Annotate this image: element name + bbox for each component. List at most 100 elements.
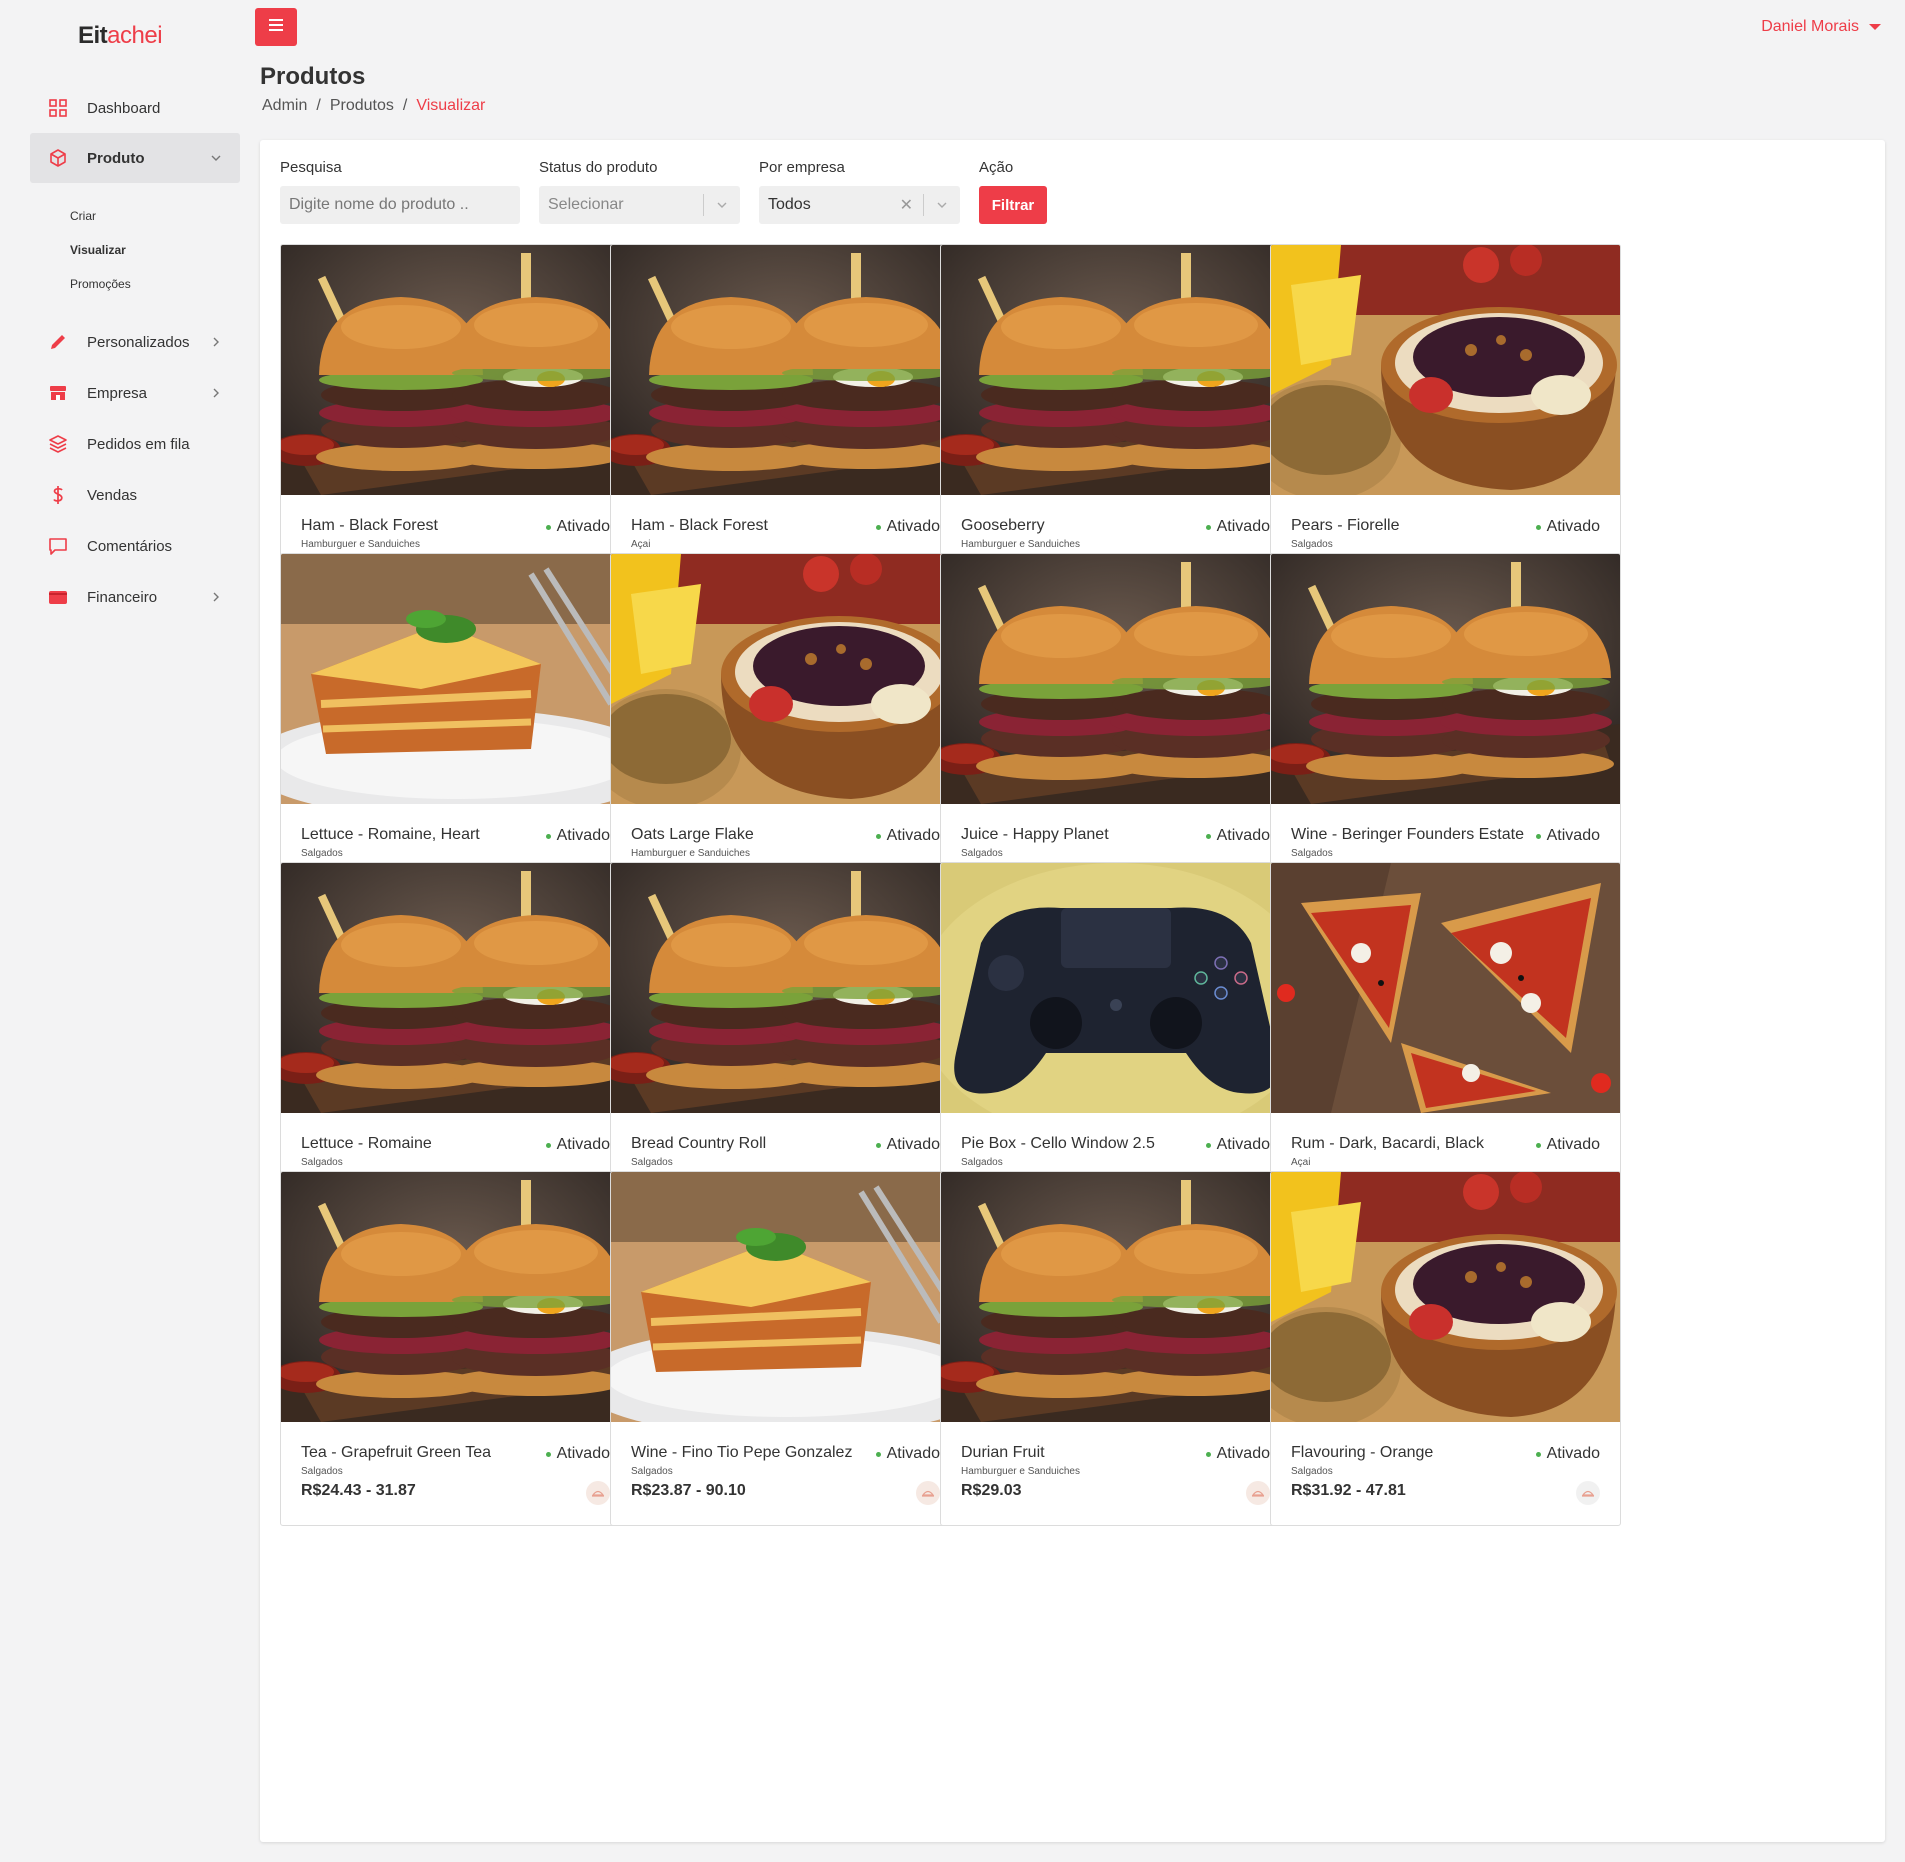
sidebar-item-financeiro[interactable]: Financeiro xyxy=(30,572,240,622)
product-category: Salgados xyxy=(1291,848,1333,859)
status-text: Ativado xyxy=(1216,518,1270,535)
product-card[interactable]: Tea - Grapefruit Green Tea Ativado Salgado… xyxy=(280,1171,631,1526)
filter-button[interactable]: Filtrar xyxy=(979,186,1047,224)
sidebar-item-pedidos[interactable]: Pedidos em fila xyxy=(30,419,240,469)
search-input[interactable] xyxy=(289,196,520,214)
product-card[interactable]: Gooseberry Ativado Hamburguer e Sanduiches… xyxy=(940,244,1291,599)
clear-icon[interactable]: ✕ xyxy=(900,195,913,215)
status-dot-icon xyxy=(1535,833,1541,839)
product-image[interactable] xyxy=(941,863,1290,1113)
status-dot-icon xyxy=(1205,1451,1211,1457)
product-image[interactable] xyxy=(1271,245,1620,495)
product-image[interactable] xyxy=(281,1172,630,1422)
status-text: Ativado xyxy=(886,518,940,535)
product-name: Rum - Dark, Bacardi, Black xyxy=(1291,1135,1484,1152)
menu-toggle-button[interactable] xyxy=(255,8,297,46)
product-image[interactable] xyxy=(281,863,630,1113)
product-image[interactable] xyxy=(1271,863,1620,1113)
chevron-right-icon xyxy=(208,334,224,350)
product-image[interactable] xyxy=(941,245,1290,495)
breadcrumb-produtos[interactable]: Produtos xyxy=(330,97,394,115)
status-badge: Ativado xyxy=(1205,1136,1270,1154)
product-card[interactable]: Wine - Beringer Founders Estate Ativado Sa… xyxy=(1270,553,1621,908)
product-card[interactable]: Flavouring - Orange Ativado Salgados R$31.9… xyxy=(1270,1171,1621,1526)
product-card[interactable]: Durian Fruit Ativado Hamburguer e Sanduich… xyxy=(940,1171,1291,1526)
status-text: Ativado xyxy=(556,1136,610,1153)
product-image[interactable] xyxy=(941,554,1290,804)
product-image[interactable] xyxy=(941,1172,1290,1422)
status-badge: Ativado xyxy=(545,827,610,845)
product-name: Tea - Grapefruit Green Tea xyxy=(301,1444,492,1461)
product-name: Wine - Beringer Founders Estate xyxy=(1291,826,1524,843)
brand-logo[interactable]: Eitachei xyxy=(78,22,163,50)
search-field[interactable] xyxy=(280,186,520,224)
sidebar-subitem-visualizar[interactable]: Visualizar xyxy=(70,243,126,257)
status-text: Ativado xyxy=(886,1136,940,1153)
product-category: Hamburguer e Sanduiches xyxy=(961,539,1080,550)
product-category: Salgados xyxy=(1291,1466,1333,1477)
product-image[interactable] xyxy=(281,554,630,804)
company-logo-icon xyxy=(1576,1481,1600,1505)
status-dot-icon xyxy=(545,833,551,839)
sidebar-item-label: Financeiro xyxy=(87,588,158,606)
product-name: Pie Box - Cello Window 2.5 xyxy=(961,1135,1155,1152)
product-image[interactable] xyxy=(611,245,960,495)
sidebar-item-label: Produto xyxy=(87,149,145,167)
sidebar-subitem-criar[interactable]: Criar xyxy=(70,209,96,223)
product-name: Oats Large Flake xyxy=(631,826,754,843)
sidebar-item-vendas[interactable]: Vendas xyxy=(30,470,240,520)
status-badge: Ativado xyxy=(1205,1445,1270,1463)
product-card[interactable]: Ham - Black ForestAtivadoAçaiR$19.25 - 9… xyxy=(610,244,961,599)
product-image[interactable] xyxy=(1271,1172,1620,1422)
product-card[interactable]: Juice - Happy PlanetAtivadoSalgadosR$83.… xyxy=(940,553,1291,908)
product-card[interactable]: Oats Large Flake Ativado Hamburguer e Sand… xyxy=(610,553,961,908)
sidebar-item-produto[interactable]: Produto xyxy=(30,133,240,183)
sidebar-item-comentarios[interactable]: Comentários xyxy=(30,521,240,571)
product-card[interactable]: Wine - Fino Tio Pepe Gonzalez Ativado Salg… xyxy=(610,1171,961,1526)
sidebar-item-personalizados[interactable]: Personalizados xyxy=(30,317,240,367)
product-image[interactable] xyxy=(611,1172,960,1422)
status-text: Ativado xyxy=(1546,1445,1600,1462)
breadcrumb-admin[interactable]: Admin xyxy=(262,97,307,115)
product-name: Lettuce - Romaine, Heart xyxy=(301,826,480,843)
sidebar-item-label: Comentários xyxy=(87,537,173,555)
box-icon xyxy=(47,147,69,169)
company-select[interactable]: Todos ✕ xyxy=(759,186,960,224)
status-badge: Ativado xyxy=(545,1136,610,1154)
sidebar-subitem-promocoes[interactable]: Promoções xyxy=(70,277,131,291)
product-card[interactable]: Pears - FiorelleAtivadoSalgadosR$73.57 xyxy=(1270,244,1621,599)
product-category: Açai xyxy=(631,539,651,550)
status-dot-icon xyxy=(1205,1142,1211,1148)
product-image[interactable] xyxy=(611,554,960,804)
sidebar-item-empresa[interactable]: Empresa xyxy=(30,368,240,418)
sidebar-item-dashboard[interactable]: Dashboard xyxy=(30,83,240,133)
product-card[interactable]: Rum - Dark, Bacardi, BlackAtivadoAçaiR$1… xyxy=(1270,862,1621,1217)
product-card[interactable]: Pie Box - Cello Window 2.5 Ativado Salgado… xyxy=(940,862,1291,1217)
status-badge: Ativado xyxy=(545,518,610,536)
product-image[interactable] xyxy=(1271,554,1620,804)
chevron-down-icon[interactable] xyxy=(712,199,732,211)
status-dot-icon xyxy=(875,524,881,530)
company-logo-icon xyxy=(916,1481,940,1505)
status-select[interactable]: Selecionar xyxy=(539,186,740,224)
grid-icon xyxy=(47,97,69,119)
product-card[interactable]: Lettuce - Romaine, HeartAtivadoSalgadosR… xyxy=(280,553,631,908)
product-name: Durian Fruit xyxy=(961,1444,1045,1461)
product-category: Salgados xyxy=(631,1466,673,1477)
chevron-down-icon[interactable] xyxy=(932,199,952,211)
user-menu[interactable]: Daniel Morais xyxy=(1761,18,1881,36)
store-icon xyxy=(47,382,69,404)
product-card[interactable]: Lettuce - RomaineAtivadoSalgadosR$27.51 … xyxy=(280,862,631,1217)
product-category: Salgados xyxy=(961,848,1003,859)
product-price: R$24.43 - 31.87 xyxy=(301,1482,416,1499)
product-category: Salgados xyxy=(631,1157,673,1168)
product-category: Salgados xyxy=(301,1157,343,1168)
status-text: Ativado xyxy=(1546,1136,1600,1153)
product-card[interactable]: Bread Country RollAtivadoSalgadosR$54.57… xyxy=(610,862,961,1217)
product-image[interactable] xyxy=(611,863,960,1113)
product-image[interactable] xyxy=(281,245,630,495)
sidebar-item-label: Pedidos em fila xyxy=(87,435,190,453)
search-label: Pesquisa xyxy=(280,159,342,176)
sidebar-item-label: Personalizados xyxy=(87,333,190,351)
product-card[interactable]: Ham - Black Forest Ativado Hamburguer e Sa… xyxy=(280,244,631,599)
